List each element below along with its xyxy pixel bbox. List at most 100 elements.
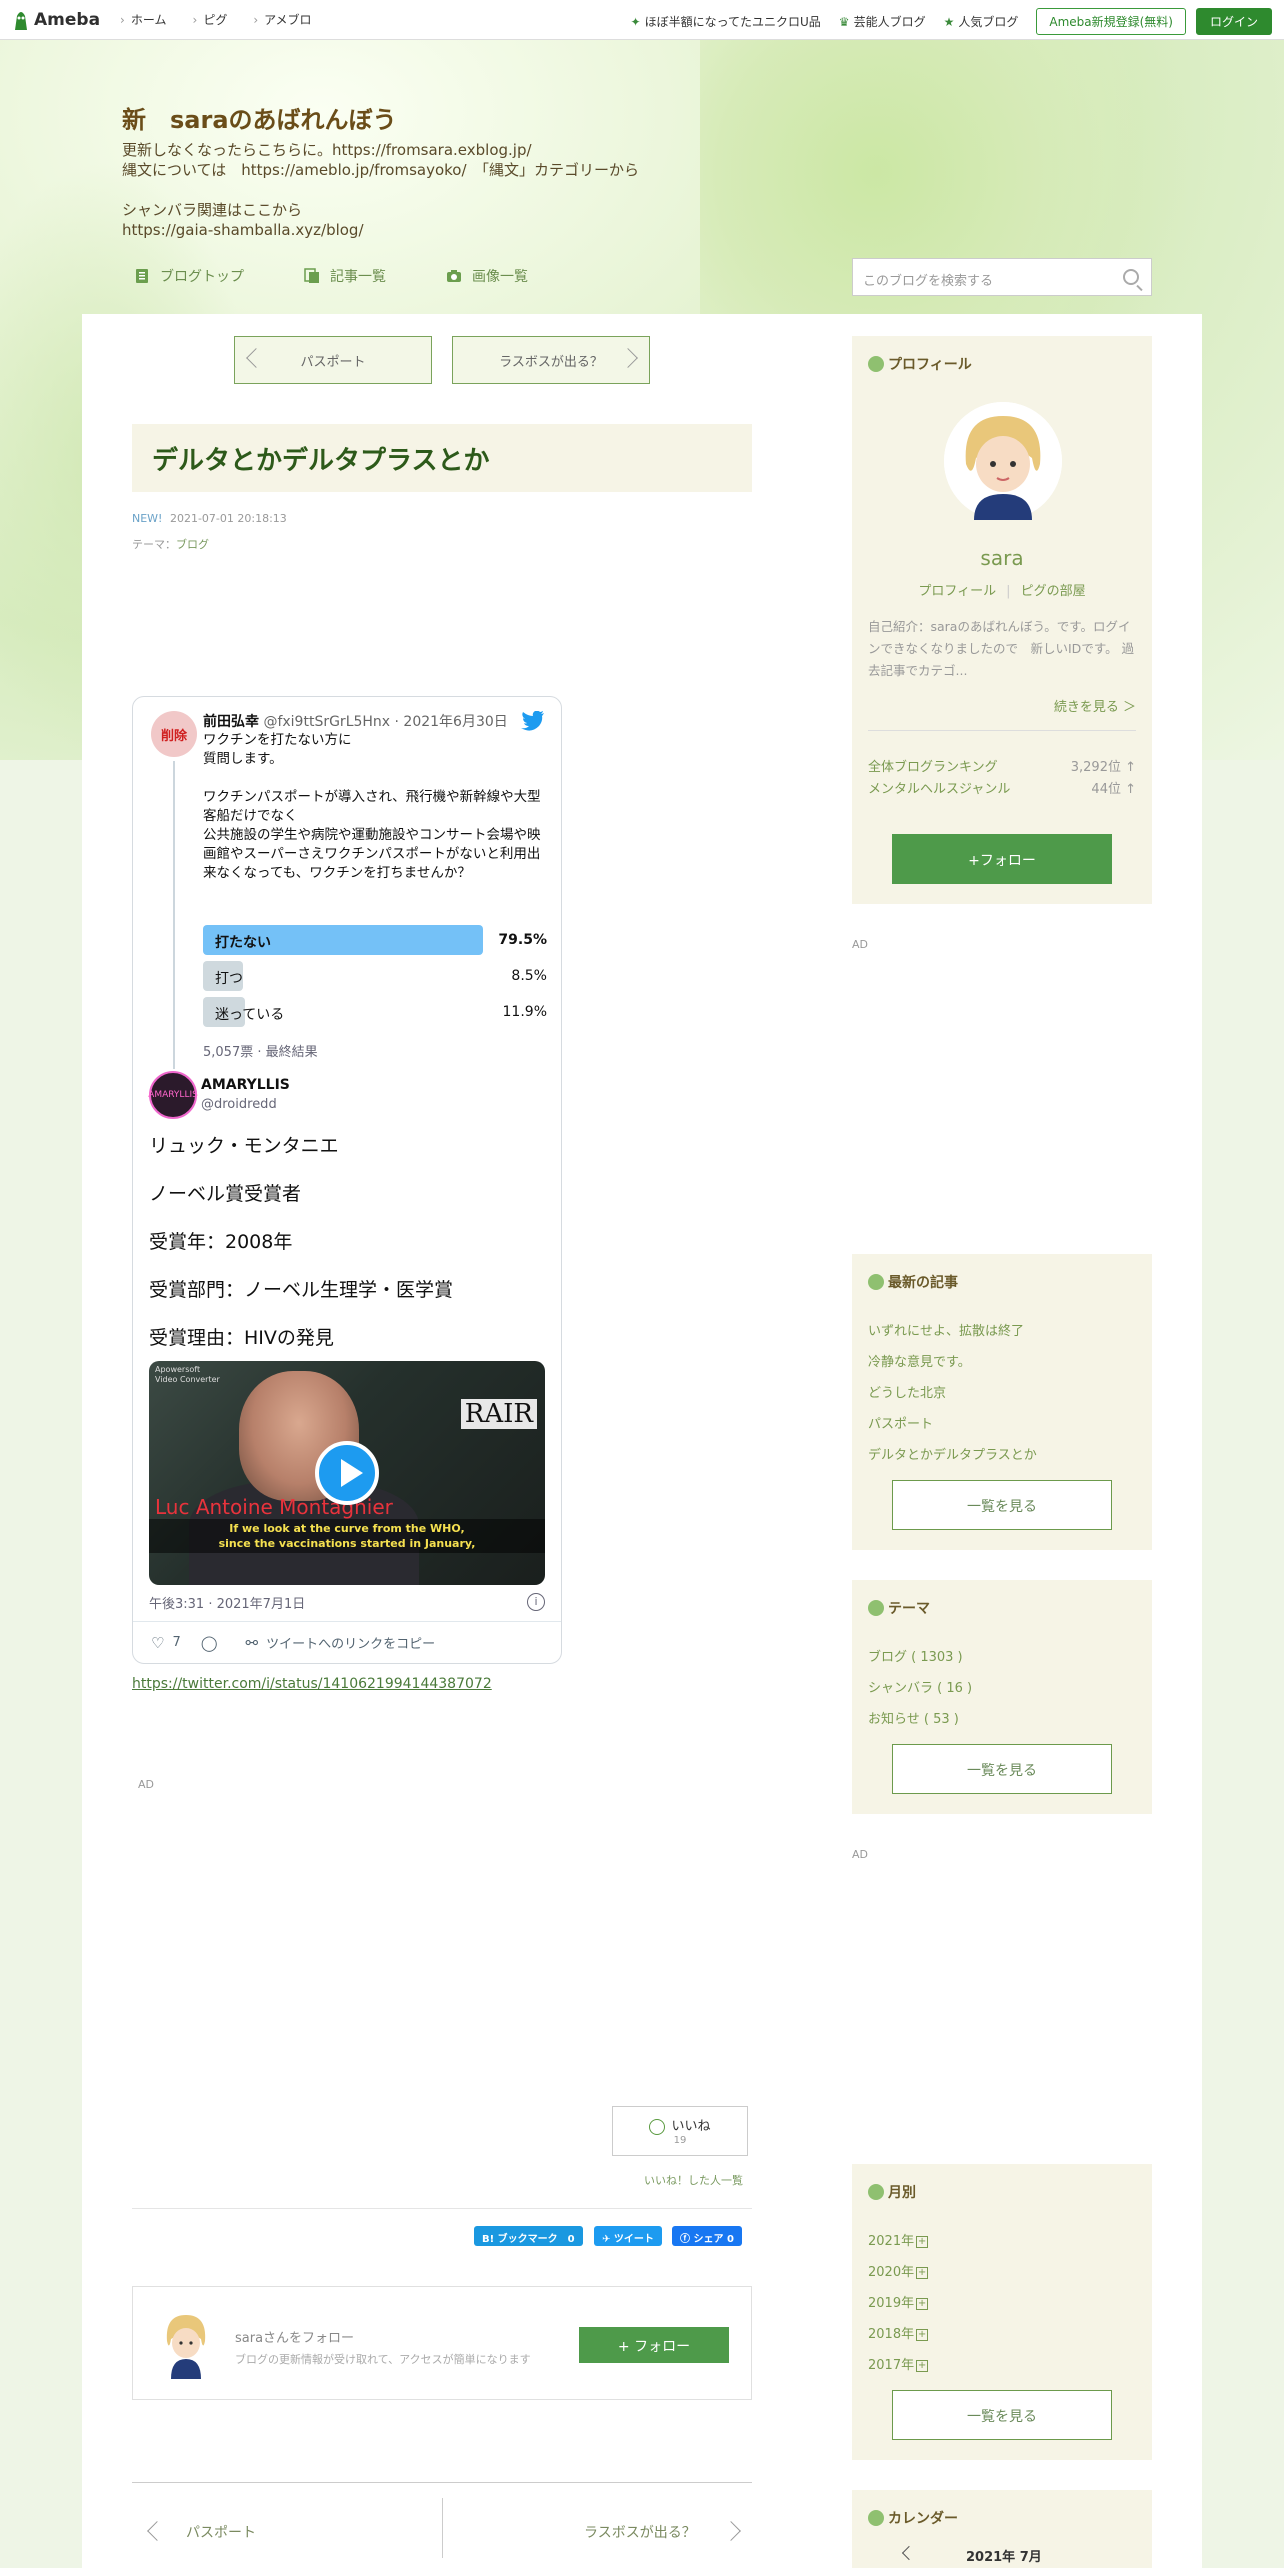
bottom-next-link[interactable]: ラスボスが出る？: [584, 2522, 696, 2542]
nav-ameblo[interactable]: アメブロ: [253, 11, 311, 28]
month-link[interactable]: 2019年 +: [868, 2292, 929, 2311]
reply-author-handle[interactable]: @droidredd: [201, 1097, 277, 1112]
avatar[interactable]: [944, 402, 1062, 520]
hatena-bookmark-button[interactable]: B! ブックマーク 0: [474, 2226, 583, 2246]
register-button[interactable]: Ameba新規登録(無料): [1036, 8, 1186, 35]
tweet-avatar[interactable]: 削除: [151, 711, 197, 757]
poll-label: 迷っている: [215, 1007, 285, 1023]
next-article-link[interactable]: ラスボスが出る？: [452, 336, 650, 384]
embedded-tweet[interactable]: 削除 前田弘幸 @fxi9ttSrGrL5Hnx · 2021年6月30日 ワク…: [132, 696, 562, 1664]
tweet-text: ワクチンを打たない方に 質問します。 ワクチンパスポートが導入され、飛行機や新幹…: [203, 732, 541, 881]
nav-pigg[interactable]: ピグ: [193, 11, 227, 28]
tweet-like-button[interactable]: ♡ 7: [151, 1634, 181, 1652]
article-title[interactable]: デルタとかデルタプラスとか: [132, 424, 752, 492]
follow-button[interactable]: + フォロー: [579, 2327, 729, 2363]
reply-text-line: 受賞理由：HIVの発見: [149, 1327, 334, 1349]
profile-link[interactable]: プロフィール: [918, 584, 996, 599]
pigg-room-link[interactable]: ピグの部屋: [1021, 584, 1086, 599]
nav-popular-label: 人気ブログ: [958, 15, 1019, 29]
divider: [868, 730, 1136, 731]
like-list-link[interactable]: いいね！した人一覧: [644, 2172, 743, 2188]
avatar[interactable]: [157, 2311, 215, 2379]
reply-avatar[interactable]: AMARYLLIS: [148, 1071, 198, 1119]
tweet-reply-button[interactable]: ◯: [201, 1634, 226, 1652]
search-placeholder: このブログを検索する: [863, 274, 994, 289]
theme-link[interactable]: シャンバラ ( 16 ): [868, 1677, 972, 1696]
expand-icon[interactable]: +: [916, 2328, 929, 2341]
profile-avatar-image: [944, 402, 1062, 520]
divider: [132, 2208, 752, 2209]
month-link[interactable]: 2017年 +: [868, 2354, 929, 2373]
theme-link[interactable]: お知らせ ( 53 ): [868, 1708, 959, 1727]
month-link[interactable]: 2018年 +: [868, 2323, 929, 2342]
ad-label: AD: [852, 938, 868, 951]
nav-popular-blog[interactable]: ★ 人気ブログ: [944, 13, 1019, 30]
nav-uniqlo[interactable]: ✦ ほぼ半額になってたユニクロU品: [631, 13, 821, 30]
profile-more-link[interactable]: 続きを見る ＞: [1054, 696, 1136, 715]
sidebar-follow-button[interactable]: +フォロー: [892, 834, 1112, 884]
bottom-prev-link[interactable]: パスポート: [186, 2522, 256, 2542]
ranking-overall[interactable]: 全体ブログランキング 3,292位 ↑: [868, 756, 1136, 775]
theme-link[interactable]: ブログ: [176, 538, 209, 551]
speech-bubble-icon: ◯: [200, 1633, 218, 1652]
ameba-logo[interactable]: Ameba: [12, 8, 100, 32]
profile-name[interactable]: sara: [852, 546, 1152, 570]
poll-label: 打つ: [215, 971, 243, 987]
video-player[interactable]: Apowersoft Video Converter RAIR Luc Anto…: [149, 1361, 545, 1585]
themes-more-button[interactable]: 一覧を見る: [892, 1744, 1112, 1794]
tweet-actions: ♡ 7 ◯ ⚯ ツイートへのリンクをコピー: [151, 1633, 455, 1653]
twitter-bird-icon: ✈: [602, 2234, 614, 2245]
nav-home[interactable]: ホーム: [120, 11, 167, 28]
month-link[interactable]: 2021年 +: [868, 2230, 929, 2249]
facebook-share-button[interactable]: ⓕ シェア 0: [672, 2226, 742, 2246]
recent-article-link[interactable]: 冷静な意見です。: [868, 1351, 971, 1370]
month-label: 2018年: [868, 2327, 915, 2342]
play-icon[interactable]: [315, 1441, 379, 1505]
expand-icon[interactable]: +: [916, 2235, 929, 2248]
nav-celebrity-blog[interactable]: ♛ 芸能人ブログ: [839, 13, 926, 30]
twitter-bird-icon[interactable]: [521, 711, 545, 731]
like-button[interactable]: いいね 19: [612, 2106, 748, 2156]
tweet-author[interactable]: 前田弘幸 @fxi9ttSrGrL5Hnx · 2021年6月30日: [203, 711, 508, 731]
monthly-more-button[interactable]: 一覧を見る: [892, 2390, 1112, 2440]
themes-heading: テーマ: [868, 1598, 930, 1618]
separator: |: [1006, 584, 1011, 599]
expand-icon[interactable]: +: [916, 2266, 929, 2279]
reply-author-name[interactable]: AMARYLLIS: [201, 1077, 290, 1093]
blog-nav-images[interactable]: 画像一覧: [446, 266, 528, 286]
blog-nav-articles[interactable]: 記事一覧: [304, 266, 386, 286]
blog-search-input[interactable]: このブログを検索する: [852, 258, 1152, 296]
blog-nav-top[interactable]: ブログトップ: [134, 266, 244, 286]
login-button[interactable]: ログイン: [1195, 8, 1272, 35]
recent-article-link[interactable]: どうした北京: [868, 1382, 946, 1401]
facebook-share-label: シェア 0: [693, 2234, 734, 2245]
global-header: Ameba ホーム ピグ アメブロ ✦ほぼ半額になってたユニクロU品 ♛芸能人ブ…: [0, 0, 1284, 40]
blog-nav: ブログトップ 記事一覧 画像一覧: [134, 266, 588, 286]
prev-article-label: パスポート: [300, 354, 366, 370]
profile-links: プロフィール | ピグの部屋: [852, 580, 1152, 599]
recent-article-link[interactable]: パスポート: [868, 1413, 933, 1432]
month-link[interactable]: 2020年 +: [868, 2261, 929, 2280]
tweet-share-button[interactable]: ✈ ツイート: [594, 2226, 662, 2246]
calendar-heading-label: カレンダー: [888, 2511, 958, 2527]
recent-article-link[interactable]: デルタとかデルタプラスとか: [868, 1444, 1037, 1463]
profile-heading: プロフィール: [868, 354, 972, 374]
nav-celebrity-label: 芸能人ブログ: [853, 15, 926, 29]
recent-more-button[interactable]: 一覧を見る: [892, 1480, 1112, 1530]
prev-article-link[interactable]: パスポート: [234, 336, 432, 384]
chevron-left-icon[interactable]: [901, 2545, 917, 2561]
blog-description: 更新しなくなったらこちらに。https://fromsara.exblog.jp…: [122, 140, 639, 240]
expand-icon[interactable]: +: [916, 2359, 929, 2372]
copy-link-button[interactable]: ⚯ ツイートへのリンクをコピー: [246, 1633, 436, 1653]
search-icon[interactable]: [1123, 269, 1139, 285]
recent-article-link[interactable]: いずれにせよ、拡散は終了: [868, 1320, 1024, 1339]
info-icon[interactable]: i: [527, 1593, 545, 1611]
copy-link-label: ツイートへのリンクをコピー: [266, 1637, 436, 1652]
tweet-timestamp[interactable]: 午後3:31 · 2021年7月1日: [149, 1593, 305, 1612]
theme-link[interactable]: ブログ ( 1303 ): [868, 1646, 963, 1665]
blog-title[interactable]: 新 saraのあばれんぼう: [122, 100, 397, 135]
poll-label: 打たない: [215, 935, 271, 951]
tweet-url-link[interactable]: https://twitter.com/i/status/14106219941…: [132, 1676, 492, 1692]
expand-icon[interactable]: +: [916, 2297, 929, 2310]
ranking-genre[interactable]: メンタルヘルスジャンル 44位 ↑: [868, 778, 1136, 797]
